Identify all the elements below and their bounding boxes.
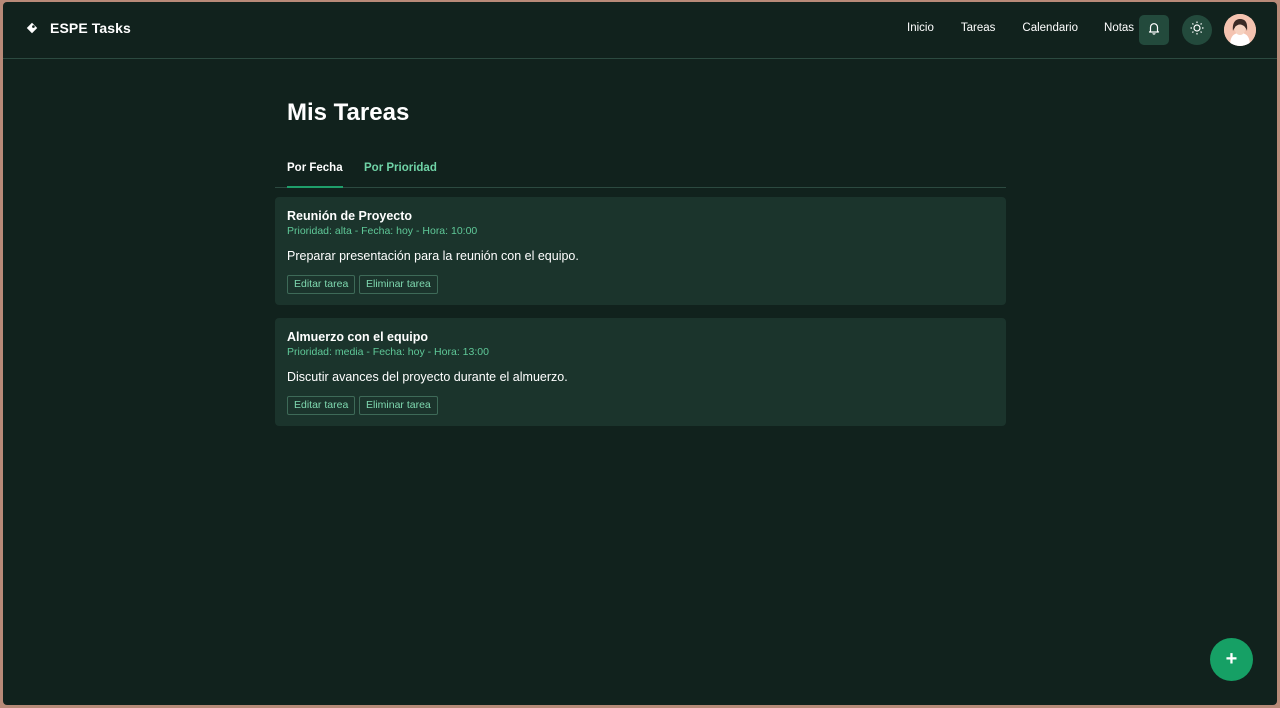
- user-avatar[interactable]: [1224, 14, 1256, 46]
- edit-task-button[interactable]: Editar tarea: [287, 275, 356, 294]
- task-description: Preparar presentación para la reunión co…: [287, 249, 579, 263]
- app-title: ESPE Tasks: [50, 20, 131, 36]
- notifications-button[interactable]: [1139, 15, 1169, 45]
- task-tabs: Por Fecha Por Prioridad: [275, 152, 1006, 188]
- app-window: ESPE Tasks Inicio Tareas Calendario Nota…: [3, 2, 1277, 705]
- nav-item-inicio[interactable]: Inicio: [907, 22, 934, 34]
- delete-task-button[interactable]: Eliminar tarea: [359, 396, 438, 415]
- tab-por-fecha[interactable]: Por Fecha: [287, 162, 343, 188]
- task-meta: Prioridad: alta - Fecha: hoy - Hora: 10:…: [287, 225, 478, 237]
- task-card: Reunión de Proyecto Prioridad: alta - Fe…: [275, 197, 1006, 305]
- nav-item-tareas[interactable]: Tareas: [961, 22, 996, 34]
- page-title: Mis Tareas: [287, 99, 410, 126]
- nav-item-calendario[interactable]: Calendario: [1022, 22, 1078, 34]
- task-title: Reunión de Proyecto: [287, 209, 413, 223]
- theme-toggle-button[interactable]: [1182, 15, 1212, 45]
- nav-item-notas[interactable]: Notas: [1104, 22, 1134, 34]
- task-meta: Prioridad: media - Fecha: hoy - Hora: 13…: [287, 346, 489, 358]
- delete-task-button[interactable]: Eliminar tarea: [359, 275, 438, 294]
- tab-por-prioridad[interactable]: Por Prioridad: [364, 162, 437, 174]
- main-nav: Inicio Tareas Calendario Notas: [907, 22, 1134, 34]
- add-task-button[interactable]: +: [1210, 638, 1253, 681]
- sun-icon: [1189, 20, 1205, 41]
- bell-icon: [1147, 21, 1161, 40]
- task-description: Discutir avances del proyecto durante el…: [287, 370, 568, 384]
- brand[interactable]: ESPE Tasks: [25, 20, 131, 36]
- task-title: Almuerzo con el equipo: [287, 330, 428, 344]
- tag-icon: [25, 21, 39, 35]
- top-header: ESPE Tasks Inicio Tareas Calendario Nota…: [3, 2, 1277, 59]
- task-card: Almuerzo con el equipo Prioridad: media …: [275, 318, 1006, 426]
- edit-task-button[interactable]: Editar tarea: [287, 396, 356, 415]
